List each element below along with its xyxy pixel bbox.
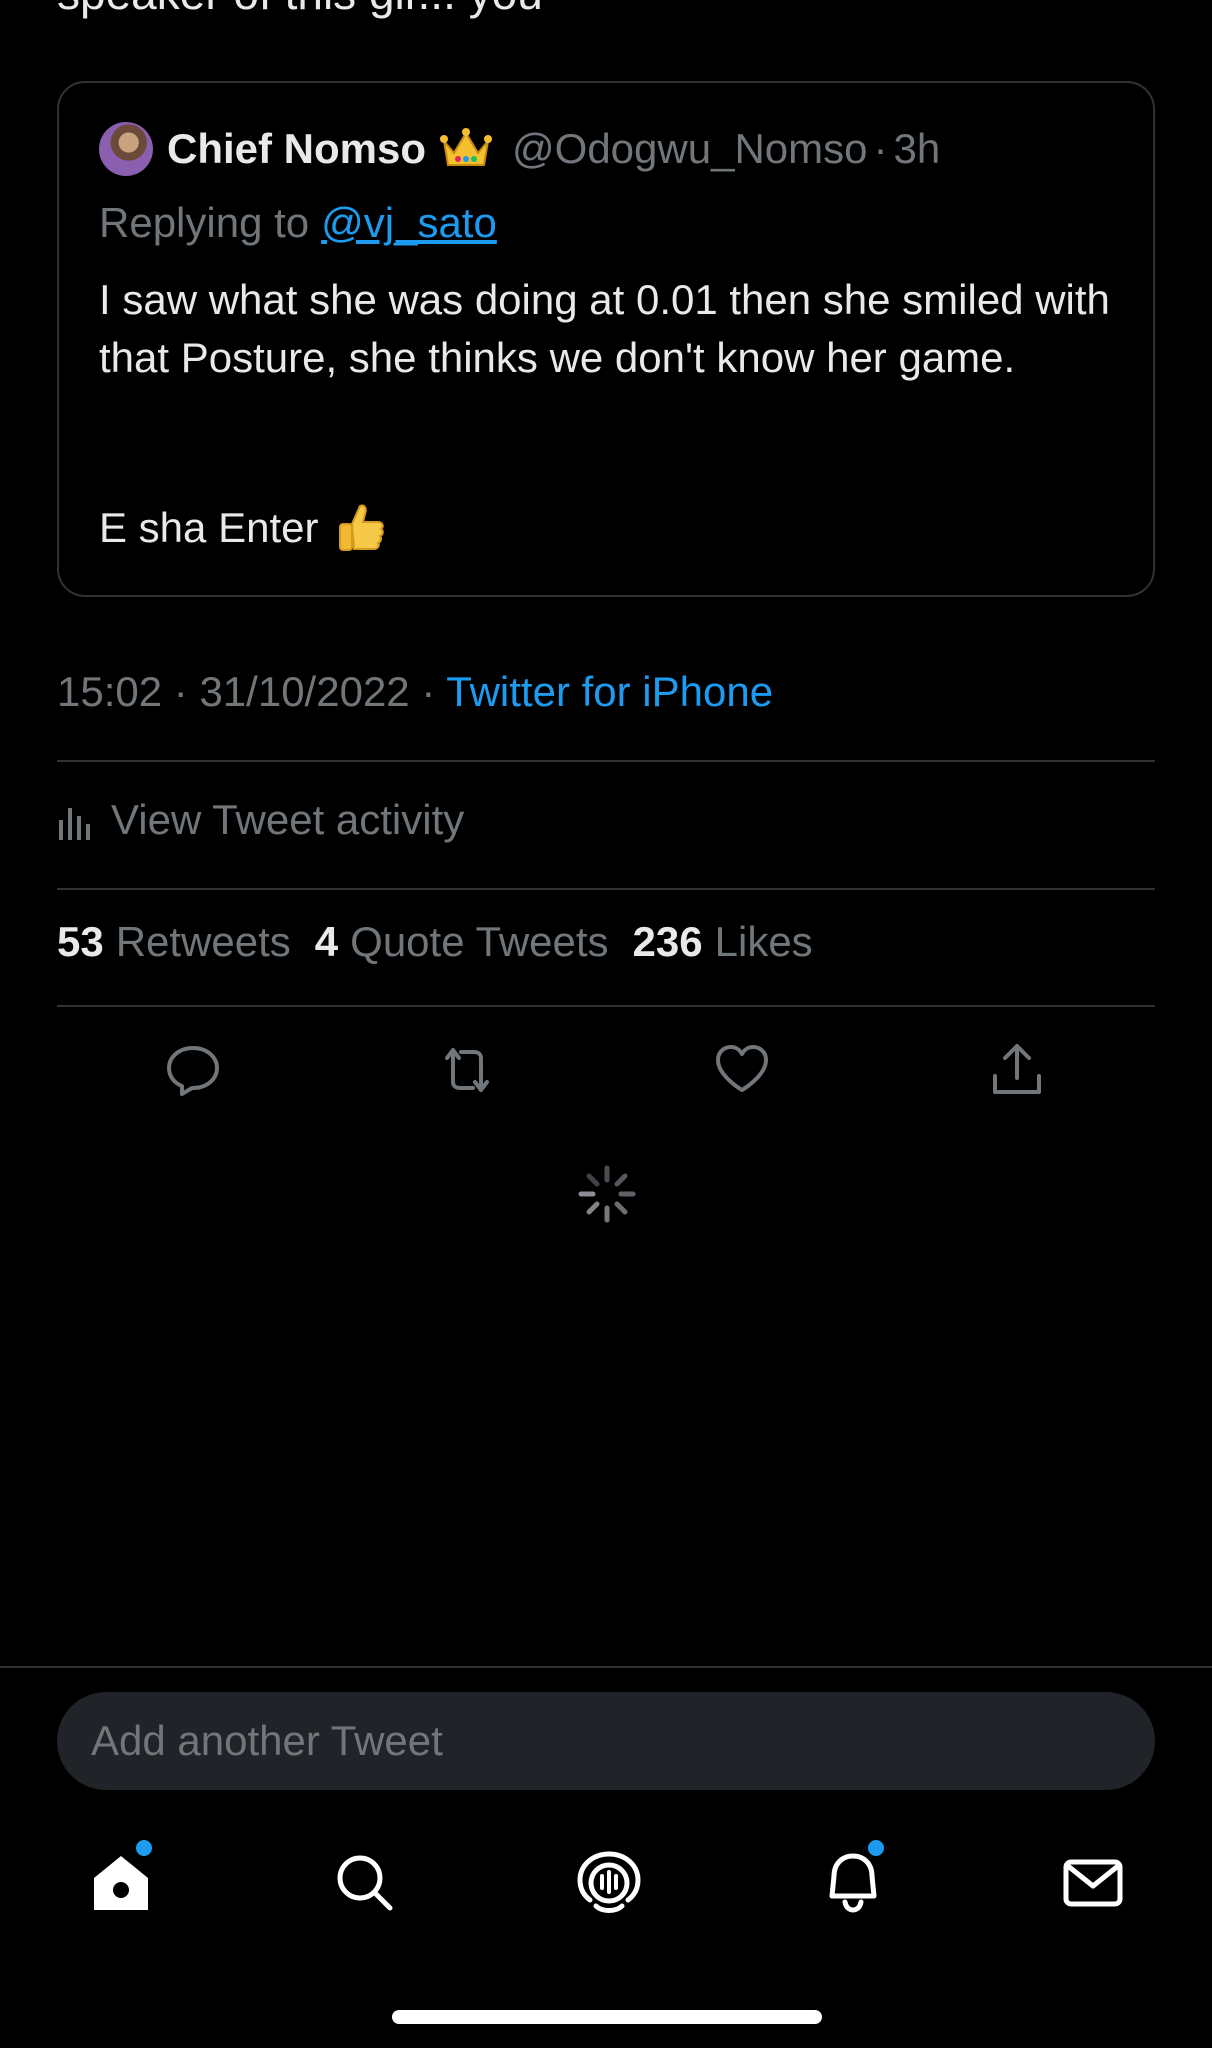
view-tweet-activity-label: View Tweet activity [111,796,465,843]
retweets-label: Retweets [115,918,291,965]
quoted-tweet-text: I saw what she was doing at 0.01 then sh… [99,276,1110,381]
divider [57,1005,1155,1007]
replying-to-label: Replying to [99,199,310,246]
analytics-bars-icon [59,808,90,840]
meta-separator: · [421,668,436,715]
main-tweet-text-cutoff: speaker of this gir... you [57,0,543,20]
home-indicator[interactable] [392,2010,822,2024]
notifications-icon[interactable] [820,1850,886,1916]
divider [57,760,1155,762]
quote-tweets-label: Quote Tweets [350,918,609,965]
avatar[interactable] [99,122,153,176]
view-tweet-activity-button[interactable]: View Tweet activity [57,790,464,850]
compose-divider [0,1666,1212,1668]
quoted-author-name: Chief Nomso [167,125,427,172]
thumbs-up-emoji-icon [339,504,385,551]
notifications-unread-dot [868,1840,884,1856]
quoted-tweet-text-second-paragraph: E sha Enter [99,499,388,557]
loading-spinner-icon [578,1165,636,1223]
compose-placeholder: Add another Tweet [91,1717,443,1764]
add-another-tweet-input[interactable]: Add another Tweet [57,1692,1155,1790]
search-icon[interactable] [332,1850,398,1916]
replying-to-mention-link[interactable]: @vj_sato [321,199,497,246]
quote-tweets-count: 4 [314,918,339,965]
share-icon[interactable] [987,1040,1047,1100]
replying-to-line: Replying to @vj_sato [99,199,497,247]
tweet-date: 31/10/2022 [199,668,410,715]
quoted-tweet-header: Chief Nomso @Odogwu_Nomso · 3h [99,121,940,177]
reply-icon[interactable] [163,1040,223,1100]
quoted-tweet-text-line2: E sha Enter [99,504,319,551]
tweet-meta-line: 15:02 · 31/10/2022 · Twitter for iPhone [57,668,773,716]
spaces-icon[interactable] [576,1850,642,1916]
quote-tweets-stat[interactable]: 4 Quote Tweets [315,918,609,966]
tweet-time: 15:02 [57,668,163,715]
likes-stat[interactable]: 236 Likes [633,918,813,966]
tweet-source-link[interactable]: Twitter for iPhone [446,668,773,715]
quoted-tweet-time: 3h [893,125,941,172]
retweets-count: 53 [57,918,104,965]
likes-label: Likes [714,918,813,965]
tweet-stats: 53 Retweets 4 Quote Tweets 236 Likes [57,918,837,966]
likes-count: 236 [632,918,703,965]
like-icon[interactable] [712,1040,772,1100]
separator-dot: · [873,125,888,172]
retweet-icon[interactable] [437,1040,497,1100]
messages-icon[interactable] [1060,1850,1126,1916]
meta-separator: · [173,668,188,715]
home-unread-dot [136,1840,152,1856]
crown-emoji-icon [440,128,493,166]
home-icon[interactable] [88,1850,154,1916]
quoted-tweet-card[interactable]: Chief Nomso @Odogwu_Nomso · 3h Replying … [57,81,1155,597]
quoted-author-handle: @Odogwu_Nomso [512,125,868,172]
divider [57,888,1155,890]
retweets-stat[interactable]: 53 Retweets [57,918,291,966]
